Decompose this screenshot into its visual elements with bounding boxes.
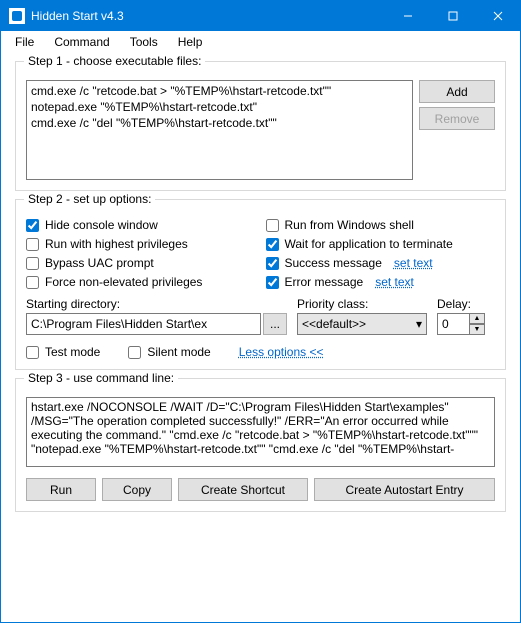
success-msg-input[interactable] [266, 257, 279, 270]
step2-legend: Step 2 - set up options: [24, 192, 155, 206]
error-set-text-link[interactable]: set text [375, 275, 414, 289]
delay-input[interactable] [437, 313, 469, 335]
step2-group: Step 2 - set up options: Hide console wi… [15, 199, 506, 370]
window-title: Hidden Start v4.3 [31, 9, 385, 23]
run-button[interactable]: Run [26, 478, 96, 501]
hide-console-checkbox[interactable]: Hide console window [26, 218, 256, 232]
start-dir-input[interactable] [26, 313, 261, 335]
chevron-down-icon: ▾ [416, 317, 422, 331]
browse-button[interactable]: ... [263, 313, 287, 335]
success-set-text-link[interactable]: set text [394, 256, 433, 270]
create-shortcut-button[interactable]: Create Shortcut [178, 478, 308, 501]
step1-legend: Step 1 - choose executable files: [24, 54, 205, 68]
silent-mode-checkbox[interactable]: Silent mode [128, 345, 210, 359]
run-highest-input[interactable] [26, 238, 39, 251]
menu-tools[interactable]: Tools [120, 32, 168, 52]
run-highest-checkbox[interactable]: Run with highest privileges [26, 237, 256, 251]
test-mode-checkbox[interactable]: Test mode [26, 345, 100, 359]
spin-up-button[interactable]: ▲ [469, 313, 485, 324]
less-options-link[interactable]: Less options << [239, 345, 324, 359]
force-nonelev-input[interactable] [26, 276, 39, 289]
force-nonelev-checkbox[interactable]: Force non-elevated privileges [26, 275, 256, 289]
wait-term-input[interactable] [266, 238, 279, 251]
commandline-output[interactable] [26, 397, 495, 467]
create-autostart-button[interactable]: Create Autostart Entry [314, 478, 495, 501]
hide-console-input[interactable] [26, 219, 39, 232]
copy-button[interactable]: Copy [102, 478, 172, 501]
menu-help[interactable]: Help [168, 32, 213, 52]
add-button[interactable]: Add [419, 80, 495, 103]
error-msg-checkbox[interactable]: Error messageset text [266, 275, 496, 289]
menu-command[interactable]: Command [44, 32, 119, 52]
app-window: Hidden Start v4.3 File Command Tools Hel… [0, 0, 521, 623]
titlebar: Hidden Start v4.3 [1, 1, 520, 31]
error-msg-input[interactable] [266, 276, 279, 289]
run-shell-checkbox[interactable]: Run from Windows shell [266, 218, 496, 232]
test-mode-input[interactable] [26, 346, 39, 359]
silent-mode-input[interactable] [128, 346, 141, 359]
wait-term-checkbox[interactable]: Wait for application to terminate [266, 237, 496, 251]
start-dir-label: Starting directory: [26, 297, 287, 311]
menubar: File Command Tools Help [1, 31, 520, 53]
list-item[interactable]: cmd.exe /c "retcode.bat > "%TEMP%\hstart… [31, 83, 408, 99]
delay-stepper[interactable]: ▲ ▼ [437, 313, 495, 335]
step1-group: Step 1 - choose executable files: cmd.ex… [15, 61, 506, 191]
close-button[interactable] [475, 1, 520, 31]
list-item[interactable]: notepad.exe "%TEMP%\hstart-retcode.txt" [31, 99, 408, 115]
menu-file[interactable]: File [5, 32, 44, 52]
delay-label: Delay: [437, 297, 495, 311]
success-msg-checkbox[interactable]: Success messageset text [266, 256, 496, 270]
client-area: Step 1 - choose executable files: cmd.ex… [1, 53, 520, 622]
priority-select[interactable]: <<default>> ▾ [297, 313, 427, 335]
spin-down-button[interactable]: ▼ [469, 324, 485, 335]
window-controls [385, 1, 520, 31]
bypass-uac-checkbox[interactable]: Bypass UAC prompt [26, 256, 256, 270]
priority-label: Priority class: [297, 297, 427, 311]
bypass-uac-input[interactable] [26, 257, 39, 270]
minimize-button[interactable] [385, 1, 430, 31]
step3-legend: Step 3 - use command line: [24, 371, 178, 385]
maximize-button[interactable] [430, 1, 475, 31]
remove-button[interactable]: Remove [419, 107, 495, 130]
app-icon [9, 8, 25, 24]
step3-group: Step 3 - use command line: Run Copy Crea… [15, 378, 506, 512]
list-item[interactable]: cmd.exe /c "del "%TEMP%\hstart-retcode.t… [31, 115, 408, 131]
run-shell-input[interactable] [266, 219, 279, 232]
executable-list[interactable]: cmd.exe /c "retcode.bat > "%TEMP%\hstart… [26, 80, 413, 180]
